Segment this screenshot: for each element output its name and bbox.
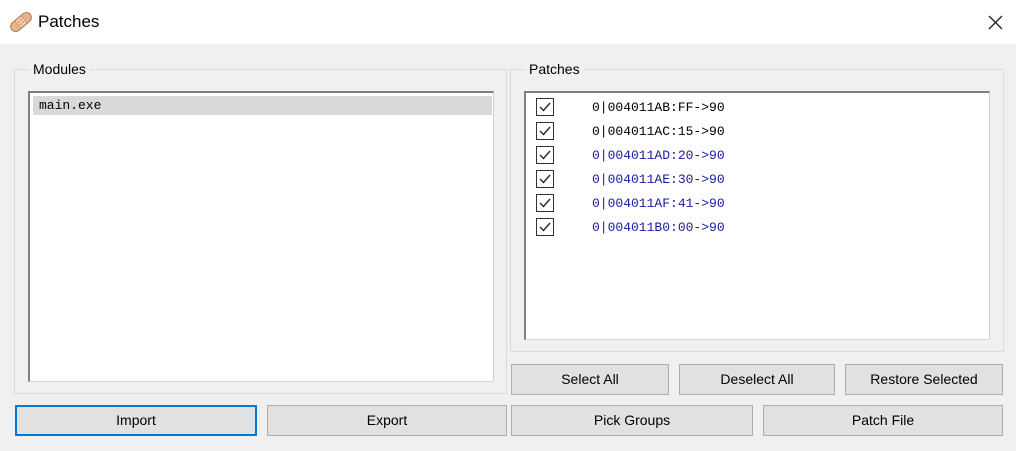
patch-checkbox[interactable] [536, 194, 554, 212]
export-button[interactable]: Export [267, 405, 507, 436]
patches-label: Patches [525, 61, 584, 77]
patch-row[interactable]: 0|004011AC:15->90 [536, 120, 976, 144]
title-bar: Patches [0, 0, 1016, 44]
patch-checkbox[interactable] [536, 146, 554, 164]
bandage-icon [10, 12, 32, 32]
patch-checkbox[interactable] [536, 170, 554, 188]
checkmark-icon [539, 222, 551, 232]
checkmark-icon [539, 150, 551, 160]
checkmark-icon [539, 198, 551, 208]
restore-selected-button[interactable]: Restore Selected [845, 364, 1003, 395]
patch-text: 0|004011AE:30->90 [592, 172, 725, 187]
close-icon [988, 15, 1003, 30]
patch-row[interactable]: 0|004011B0:00->90 [536, 216, 976, 240]
pick-groups-button[interactable]: Pick Groups [511, 405, 753, 436]
patch-row[interactable]: 0|004011AB:FF->90 [536, 96, 976, 120]
patch-row[interactable]: 0|004011AF:41->90 [536, 192, 976, 216]
modules-label: Modules [29, 61, 90, 77]
patch-file-button[interactable]: Patch File [763, 405, 1003, 436]
patch-text: 0|004011AF:41->90 [592, 196, 725, 211]
patch-text: 0|004011AD:20->90 [592, 148, 725, 163]
patch-row[interactable]: 0|004011AD:20->90 [536, 144, 976, 168]
patch-text: 0|004011AC:15->90 [592, 124, 725, 139]
patches-group: Patches 0|004011AB:FF->90 0|004011AC:15->… [510, 61, 1004, 352]
select-all-button[interactable]: Select All [511, 364, 669, 395]
patch-text: 0|004011AB:FF->90 [592, 100, 725, 115]
window-title: Patches [38, 12, 100, 31]
list-item[interactable]: main.exe [33, 96, 492, 115]
checkmark-icon [539, 126, 551, 136]
import-button[interactable]: Import [15, 405, 257, 436]
modules-list[interactable]: main.exe [28, 91, 494, 382]
patch-row[interactable]: 0|004011AE:30->90 [536, 168, 976, 192]
patch-text: 0|004011B0:00->90 [592, 220, 725, 235]
patches-list[interactable]: 0|004011AB:FF->90 0|004011AC:15->90 0|0040… [524, 91, 990, 340]
close-button[interactable] [976, 6, 1014, 38]
deselect-all-button[interactable]: Deselect All [679, 364, 835, 395]
patch-checkbox[interactable] [536, 218, 554, 236]
patch-checkbox[interactable] [536, 98, 554, 116]
modules-group: Modules main.exe [14, 61, 507, 394]
checkmark-icon [539, 102, 551, 112]
checkmark-icon [539, 174, 551, 184]
patch-checkbox[interactable] [536, 122, 554, 140]
